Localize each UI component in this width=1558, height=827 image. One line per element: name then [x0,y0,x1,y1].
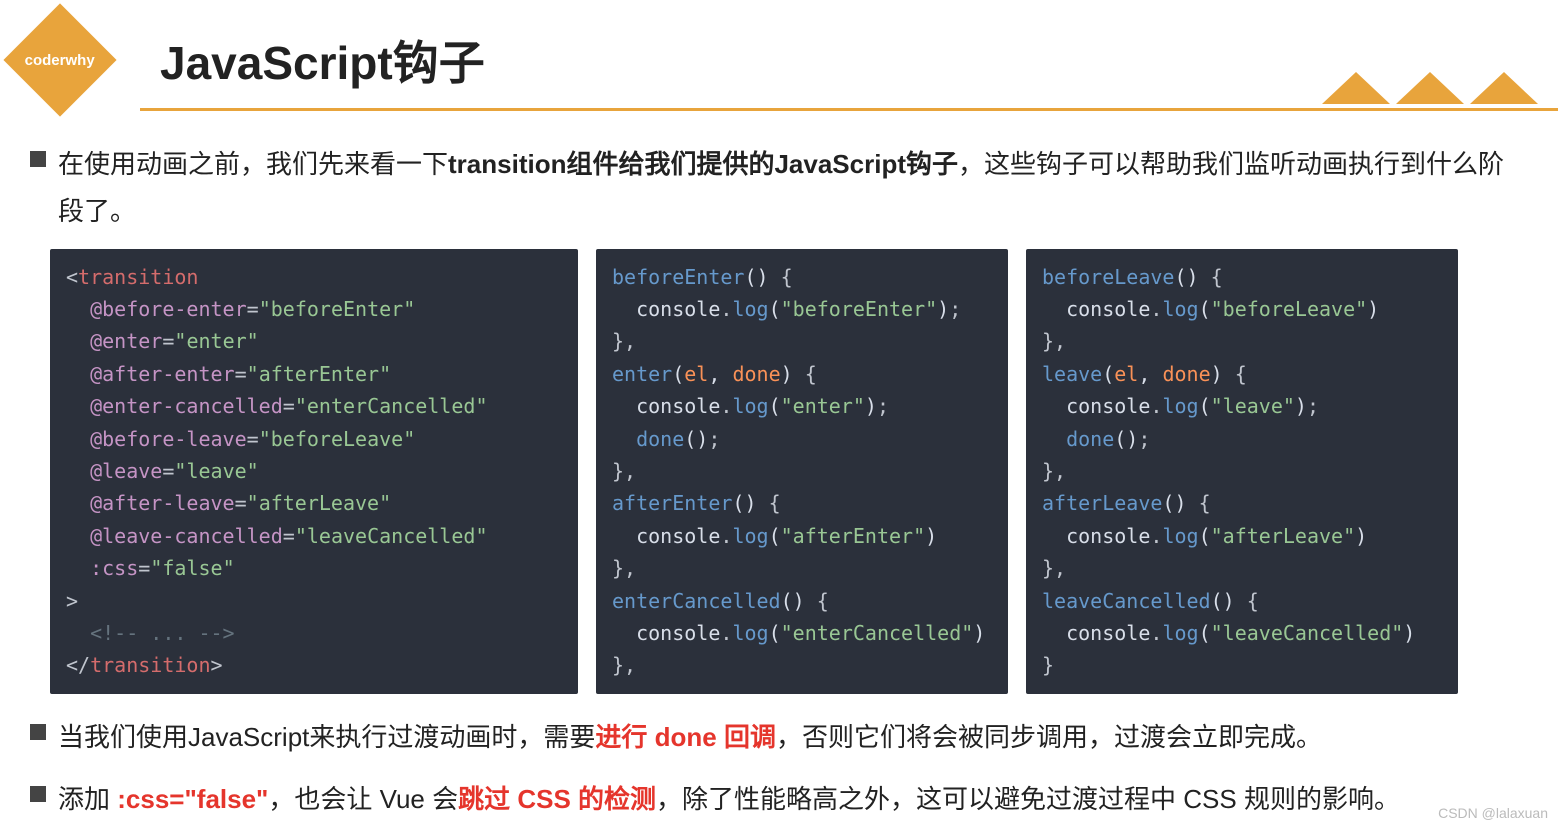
fn-name: beforeLeave [1042,265,1174,289]
log-str: enter [793,394,853,418]
obj: console [636,524,720,548]
fn-name: afterLeave [1042,491,1162,515]
obj: console [1066,524,1150,548]
obj: console [1066,621,1150,645]
attr-val: afterEnter [259,362,379,386]
fn-name: leave [1042,362,1102,386]
method: log [732,524,768,548]
fn-name: afterEnter [612,491,732,515]
attr-val: beforeEnter [271,297,403,321]
bullet-3-red1: :css="false" [117,784,268,814]
fn-name: beforeEnter [612,265,744,289]
watermark: CSDN @lalaxuan [1438,805,1548,821]
bullet-2-red: 进行 done 回调 [595,722,776,752]
bullet-2-post: ，否则它们将会被同步调用，过渡会立即完成。 [776,722,1322,752]
attr-val: beforeLeave [271,427,403,451]
log-str: leaveCancelled [1223,621,1392,645]
method: log [732,621,768,645]
logo-diamond: coderwhy [3,3,116,116]
attr-val: afterLeave [259,491,379,515]
attr-name: leave [102,459,162,483]
bullet-3: 添加 :css="false"，也会让 Vue 会跳过 CSS 的检测，除了性能… [30,776,1528,823]
obj: console [1066,394,1150,418]
log-str: afterEnter [793,524,913,548]
attr-name: enter [102,329,162,353]
bullet-square-icon [30,724,46,740]
log-str: enterCancelled [793,621,962,645]
attr-val: enter [186,329,246,353]
code-comment: <!-- ... --> [90,621,235,645]
code-block-1: <transition @before-enter="beforeEnter" … [50,249,578,694]
bullet-2-text: 当我们使用JavaScript来执行过渡动画时，需要进行 done 回调，否则它… [58,714,1322,761]
bullet-2: 当我们使用JavaScript来执行过渡动画时，需要进行 done 回调，否则它… [30,714,1528,761]
decor-triangles [1322,72,1538,104]
triangle-icon [1470,72,1538,104]
param: done [732,362,780,386]
obj: console [636,621,720,645]
method: log [1162,621,1198,645]
code-block-3: beforeLeave() { console.log("beforeLeave… [1026,249,1458,694]
tag-close: transition [90,653,210,677]
bullet-1-bold: transition组件给我们提供的JavaScript钩子 [448,149,958,179]
bullet-square-icon [30,786,46,802]
bullet-3-pre: 添加 [58,784,117,814]
attr-name: enter-cancelled [102,394,283,418]
fn-call: done [636,427,684,451]
slide-title: JavaScript钩子 [160,27,485,93]
attr-val: leaveCancelled [307,524,476,548]
fn-call: done [1066,427,1114,451]
attr-val: enterCancelled [307,394,476,418]
code-block-2: beforeEnter() { console.log("beforeEnter… [596,249,1008,694]
method: log [732,297,768,321]
attr-name: after-enter [102,362,234,386]
bullet-2-pre: 当我们使用JavaScript来执行过渡动画时，需要 [58,722,595,752]
attr-name: before-enter [102,297,247,321]
triangle-icon [1396,72,1464,104]
obj: console [636,394,720,418]
attr-name: css [102,556,138,580]
attr-val: false [162,556,222,580]
param: done [1162,362,1210,386]
attr-name: after-leave [102,491,234,515]
logo-text: coderwhy [25,52,95,69]
param: el [684,362,708,386]
bullet-1: 在使用动画之前，我们先来看一下transition组件给我们提供的JavaScr… [30,141,1528,235]
code-row: <transition @before-enter="beforeEnter" … [50,249,1528,694]
bullet-square-icon [30,151,46,167]
fn-name: enter [612,362,672,386]
bullet-3-post: ，除了性能略高之外，这可以避免过渡过程中 CSS 规则的影响。 [656,784,1400,814]
param: el [1114,362,1138,386]
slide-content: 在使用动画之前，我们先来看一下transition组件给我们提供的JavaScr… [0,111,1558,823]
attr-name: before-leave [102,427,247,451]
bullet-3-red2: 跳过 CSS 的检测 [458,784,656,814]
bullet-3-text: 添加 :css="false"，也会让 Vue 会跳过 CSS 的检测，除了性能… [58,776,1400,823]
fn-name: enterCancelled [612,589,781,613]
method: log [732,394,768,418]
log-str: afterLeave [1223,524,1343,548]
log-str: beforeLeave [1223,297,1355,321]
fn-name: leaveCancelled [1042,589,1211,613]
attr-val: leave [186,459,246,483]
log-str: beforeEnter [793,297,925,321]
obj: console [636,297,720,321]
method: log [1162,524,1198,548]
attr-name: leave-cancelled [102,524,283,548]
bullet-1-pre: 在使用动画之前，我们先来看一下 [58,149,448,179]
bullet-1-text: 在使用动画之前，我们先来看一下transition组件给我们提供的JavaScr… [58,141,1528,235]
log-str: leave [1223,394,1283,418]
obj: console [1066,297,1150,321]
tag-open: transition [78,265,198,289]
method: log [1162,394,1198,418]
method: log [1162,297,1198,321]
triangle-icon [1322,72,1390,104]
bullet-3-mid: ，也会让 Vue 会 [268,784,458,814]
